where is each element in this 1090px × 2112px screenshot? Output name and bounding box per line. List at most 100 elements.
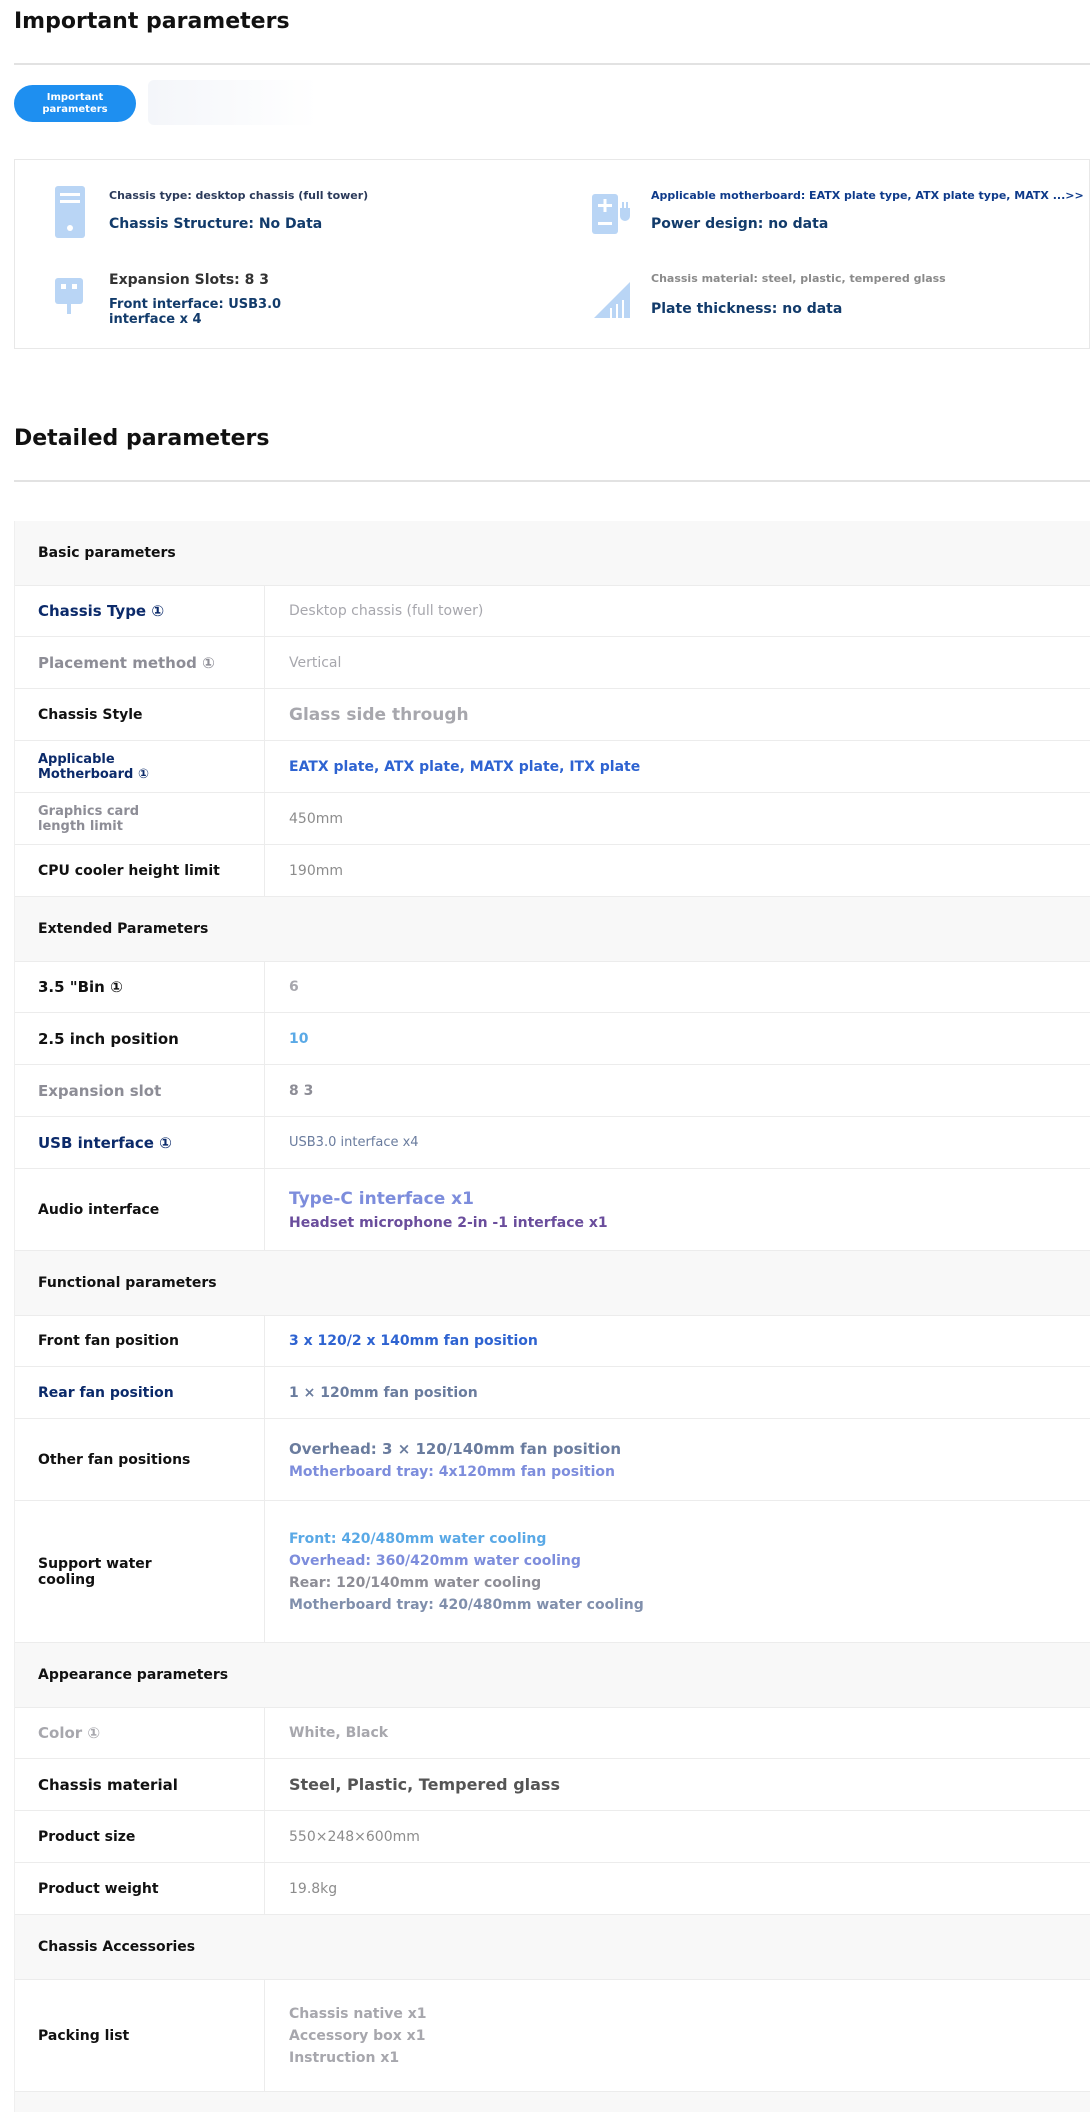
value-line: 190mm — [289, 862, 343, 879]
row-label: Packing list — [15, 1980, 265, 2091]
important-item-small: Chassis material: steel, plastic, temper… — [651, 272, 946, 285]
table-row: Graphics card length limit 450mm — [15, 793, 1090, 845]
row-value: 8 3 — [265, 1065, 1090, 1116]
table-row: Product size 550×248×600mm — [15, 1811, 1090, 1863]
important-parameters-panel: Chassis type: desktop chassis (full towe… — [14, 159, 1090, 349]
row-label[interactable]: USB interface ① — [15, 1117, 265, 1168]
table-row: Product weight 19.8kg — [15, 1863, 1090, 1915]
group-title: Appearance parameters — [38, 1667, 229, 1683]
important-item-main: Front interface: USB3.0 interface x 4 — [109, 297, 282, 327]
row-label[interactable]: Applicable Motherboard ① — [15, 741, 265, 792]
row-value: 190mm — [265, 845, 1090, 896]
row-label: Other fan positions — [15, 1419, 265, 1500]
row-value: 450mm — [265, 793, 1090, 844]
value-line: Instruction x1 — [289, 2049, 400, 2066]
table-row: Chassis Style Glass side through — [15, 689, 1090, 741]
row-value: Chassis native x1 Accessory box x1 Instr… — [265, 1980, 1090, 2091]
row-value: White, Black — [265, 1708, 1090, 1758]
row-label[interactable]: Color ① — [15, 1708, 265, 1758]
row-label[interactable]: Chassis Type ① — [15, 586, 265, 636]
section-divider — [14, 480, 1090, 482]
row-label: CPU cooler height limit — [15, 845, 265, 896]
value-line: Glass side through — [289, 704, 469, 725]
value-line: Overhead: 360/420mm water cooling — [289, 1552, 581, 1569]
parameters-table: Basic parameters Chassis Type ① Desktop … — [14, 521, 1090, 2112]
section-divider — [14, 63, 1090, 65]
group-header-row: Extended Parameters — [15, 897, 1090, 962]
value-line: 550×248×600mm — [289, 1828, 420, 1845]
row-value: Front: 420/480mm water cooling Overhead:… — [265, 1501, 1090, 1642]
row-label: Graphics card length limit — [15, 793, 265, 844]
important-item-small: Chassis type: desktop chassis (full towe… — [109, 189, 369, 202]
value-line: 1 × 120mm fan position — [289, 1384, 478, 1401]
table-row: Other fan positions Overhead: 3 × 120/14… — [15, 1419, 1090, 1501]
table-footer-strip — [15, 2092, 1090, 2112]
value-line: Motherboard tray: 4x120mm fan position — [289, 1463, 615, 1480]
value-line: White, Black — [289, 1725, 389, 1741]
value-line: Headset microphone 2-in -1 interface x1 — [289, 1214, 608, 1231]
table-row: Packing list Chassis native x1 Accessory… — [15, 1980, 1090, 2092]
table-row: 3.5 "Bin ① 6 — [15, 962, 1090, 1013]
value-line: Accessory box x1 — [289, 2027, 426, 2044]
group-header-row: Appearance parameters — [15, 1643, 1090, 1708]
value-line: Motherboard tray: 420/480mm water coolin… — [289, 1596, 644, 1613]
row-value: Glass side through — [265, 689, 1090, 740]
row-label: Support water cooling — [15, 1501, 265, 1642]
chassis-icon — [51, 184, 91, 238]
row-value: Vertical — [265, 637, 1090, 688]
important-item-main: Chassis Structure: No Data — [109, 216, 323, 232]
value-line: Steel, Plastic, Tempered glass — [289, 1775, 560, 1794]
row-label[interactable]: Placement method ① — [15, 637, 265, 688]
row-value: Desktop chassis (full tower) — [265, 586, 1090, 636]
row-label: Chassis Style — [15, 689, 265, 740]
row-label: Product size — [15, 1811, 265, 1862]
table-row: Chassis material Steel, Plastic, Tempere… — [15, 1759, 1090, 1811]
value-line: Overhead: 3 × 120/140mm fan position — [289, 1439, 622, 1458]
table-row: Placement method ① Vertical — [15, 637, 1090, 689]
row-value: 3 x 120/2 x 140mm fan position — [265, 1316, 1090, 1366]
row-label[interactable]: 3.5 "Bin ① — [15, 962, 265, 1012]
row-value: Steel, Plastic, Tempered glass — [265, 1759, 1090, 1810]
row-value: 550×248×600mm — [265, 1811, 1090, 1862]
group-title: Basic parameters — [38, 545, 176, 561]
group-title: Extended Parameters — [38, 921, 209, 937]
usb-icon — [49, 274, 89, 324]
row-value: 6 — [265, 962, 1090, 1012]
group-title: Functional parameters — [38, 1275, 217, 1291]
power-plug-icon — [590, 188, 630, 238]
important-item-main: Power design: no data — [651, 216, 829, 232]
value-line: Desktop chassis (full tower) — [289, 603, 484, 619]
important-parameters-tab[interactable]: Important parameters — [14, 85, 136, 122]
row-value: Type-C interface x1 Headset microphone 2… — [265, 1169, 1090, 1250]
value-line: USB3.0 interface x4 — [289, 1135, 419, 1150]
row-value: 10 — [265, 1013, 1090, 1064]
group-header-row: Functional parameters — [15, 1251, 1090, 1316]
value-line: Vertical — [289, 654, 342, 671]
row-label: Front fan position — [15, 1316, 265, 1366]
group-title: Chassis Accessories — [38, 1939, 196, 1955]
row-value: USB3.0 interface x4 — [265, 1117, 1090, 1168]
row-label: Product weight — [15, 1863, 265, 1914]
value-line: 10 — [289, 1030, 309, 1047]
value-line: 6 — [289, 979, 299, 995]
table-row: 2.5 inch position 10 — [15, 1013, 1090, 1065]
important-item-main: Plate thickness: no data — [651, 301, 843, 317]
ruler-icon — [590, 278, 630, 328]
group-header-row: Chassis Accessories — [15, 1915, 1090, 1980]
detailed-parameters-title: Detailed parameters — [14, 426, 270, 451]
row-value: Overhead: 3 × 120/140mm fan position Mot… — [265, 1419, 1090, 1500]
value-line: Chassis native x1 — [289, 2005, 427, 2022]
important-item-small: Expansion Slots: 8 3 — [109, 272, 269, 288]
row-value: 1 × 120mm fan position — [265, 1367, 1090, 1418]
table-row: Chassis Type ① Desktop chassis (full tow… — [15, 586, 1090, 637]
value-line: 19.8kg — [289, 1880, 338, 1897]
table-row: Applicable Motherboard ① EATX plate, ATX… — [15, 741, 1090, 793]
table-row: Rear fan position 1 × 120mm fan position — [15, 1367, 1090, 1419]
value-line: 8 3 — [289, 1082, 314, 1099]
row-label: 2.5 inch position — [15, 1013, 265, 1064]
value-line: 3 x 120/2 x 140mm fan position — [289, 1333, 538, 1349]
important-item-small[interactable]: Applicable motherboard: EATX plate type,… — [651, 189, 1084, 202]
table-row: Front fan position 3 x 120/2 x 140mm fan… — [15, 1316, 1090, 1367]
value-line: 450mm — [289, 810, 343, 827]
row-label: Chassis material — [15, 1759, 265, 1810]
